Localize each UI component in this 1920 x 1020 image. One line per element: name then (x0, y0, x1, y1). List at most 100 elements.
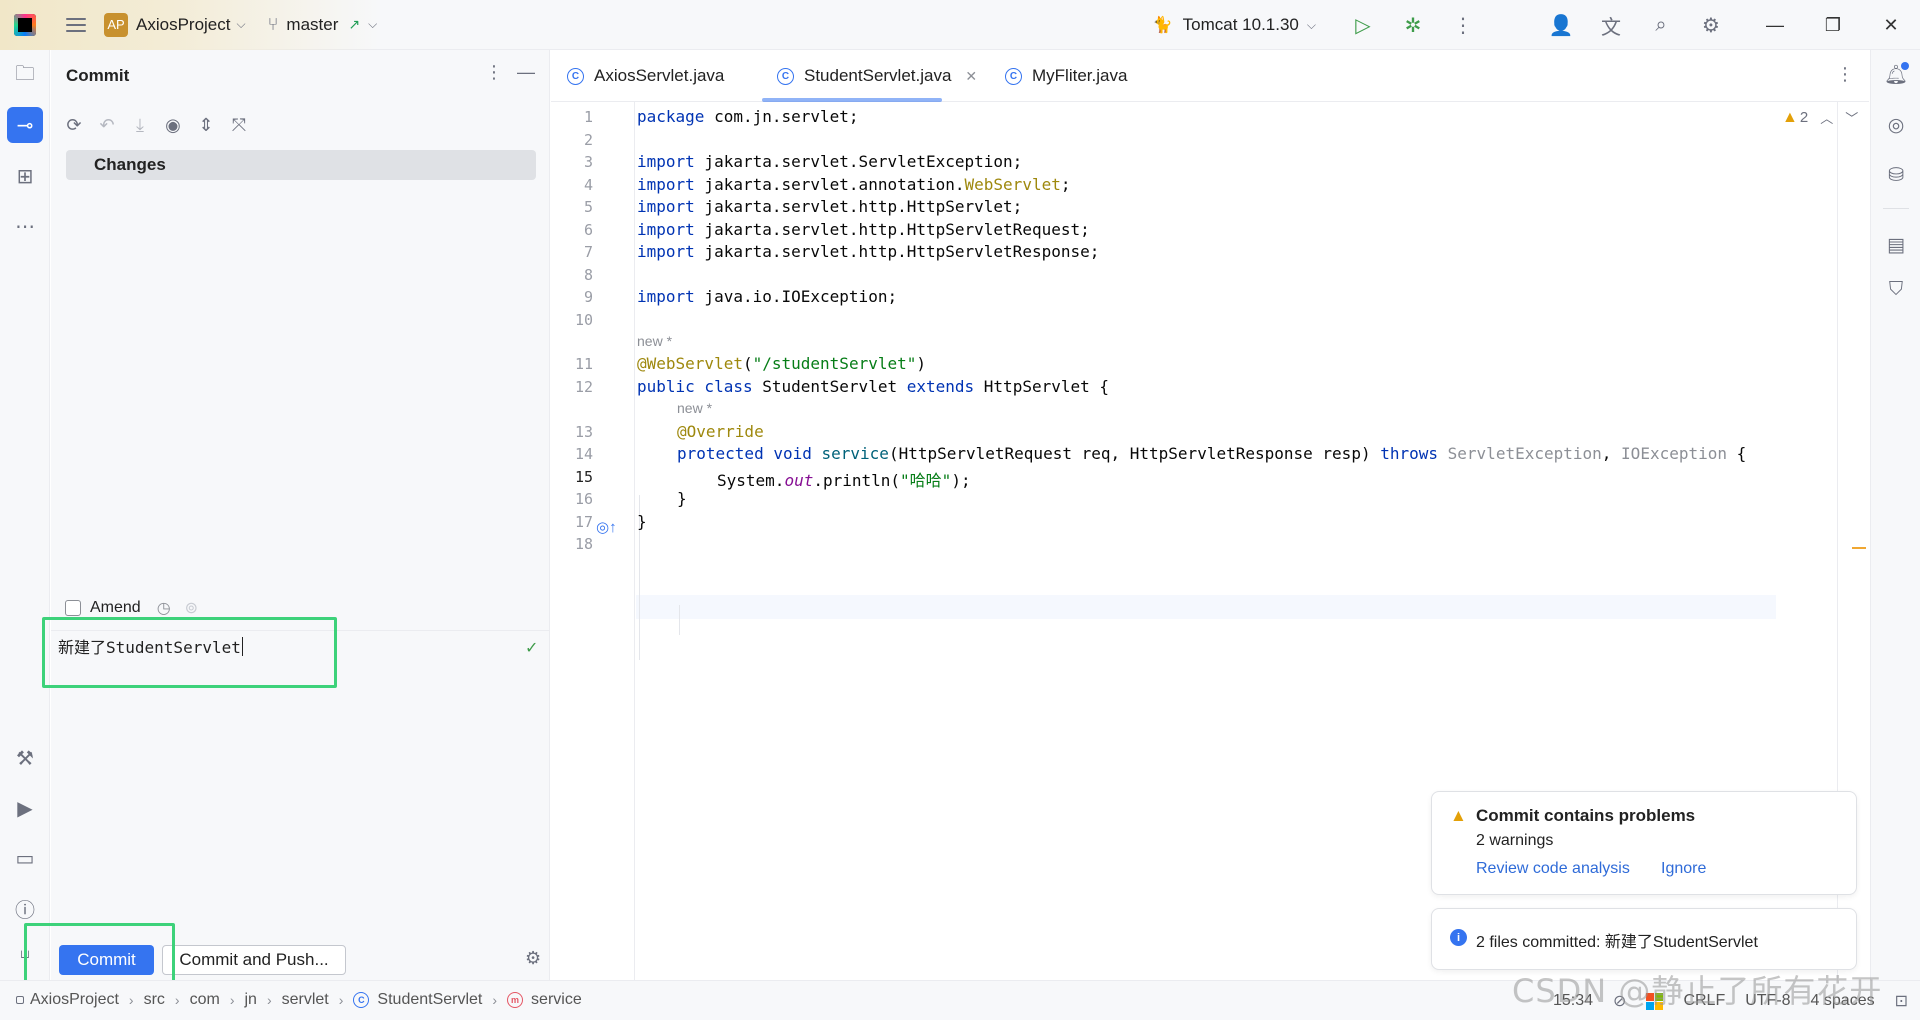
code-vision-hint[interactable]: new * (677, 400, 712, 416)
code-line[interactable]: import java.io.IOException; (637, 287, 897, 306)
scrollbar-warning-marker[interactable] (1852, 547, 1866, 549)
collapse-all-icon[interactable]: ⤧ (228, 115, 250, 136)
breadcrumb-item[interactable]: servlet (282, 991, 329, 1009)
code-line[interactable]: } (637, 512, 647, 531)
review-code-analysis-link[interactable]: Review code analysis (1476, 860, 1630, 878)
minimize-button[interactable]: — (1746, 0, 1804, 50)
project-name[interactable]: AxiosProject (136, 15, 230, 35)
chevron-down-icon[interactable]: ⌵ (236, 17, 245, 32)
run-configuration-selector[interactable]: 🐈 Tomcat 10.1.30 ⌵ (1153, 15, 1316, 35)
chevron-right-icon: › (492, 992, 498, 1008)
warning-icon: ▲ (1450, 806, 1467, 825)
code-line[interactable]: import jakarta.servlet.http.HttpServletR… (637, 220, 1090, 239)
breadcrumb-item[interactable]: StudentServlet (377, 991, 482, 1009)
history-clock-icon[interactable]: ◷ (157, 598, 171, 618)
more-tools-icon[interactable]: ⋯ (7, 208, 43, 244)
project-badge[interactable]: AP (104, 12, 128, 37)
update-icon[interactable]: ⤓ (129, 115, 151, 136)
changes-list-header[interactable]: Changes (66, 150, 536, 180)
project-folder-icon[interactable]: 🗀 (7, 58, 43, 94)
main-menu-icon[interactable] (66, 17, 86, 33)
chevron-right-icon: › (229, 992, 235, 1008)
intellij-logo-icon[interactable] (14, 13, 36, 36)
translate-icon[interactable]: 文 (1597, 11, 1625, 39)
code-line[interactable]: import jakarta.servlet.http.HttpServlet; (637, 197, 1022, 216)
expand-all-icon[interactable]: ⇕ (195, 115, 217, 136)
tab-student-servlet[interactable]: C StudentServlet.java ✕ (777, 66, 977, 86)
add-user-icon[interactable]: 👤 (1547, 11, 1575, 39)
refresh-icon[interactable]: ⟳ (63, 115, 85, 136)
translation-icon[interactable]: ▤ (1881, 230, 1911, 260)
code-line[interactable]: import jakarta.servlet.http.HttpServletR… (637, 242, 1099, 261)
commit-problems-notification: ▲ Commit contains problems 2 warnings Re… (1431, 791, 1857, 895)
tab-my-fliter[interactable]: C MyFliter.java (1005, 66, 1127, 86)
tab-axios-servlet[interactable]: C AxiosServlet.java (567, 66, 724, 86)
problems-icon[interactable]: ⓘ (7, 890, 43, 926)
tab-label: StudentServlet.java (804, 66, 952, 85)
restore-button[interactable]: ❐ (1804, 0, 1862, 50)
amend-checkbox[interactable] (65, 600, 81, 616)
java-class-icon: C (1005, 67, 1022, 85)
commit-tool-icon[interactable]: ⊸ (7, 107, 43, 143)
settings-icon[interactable]: ⚙ (1697, 11, 1725, 39)
previous-highlight-icon[interactable]: ︿ (1820, 108, 1833, 127)
rollback-icon[interactable]: ↶ (96, 115, 118, 136)
inspection-widget[interactable]: ▲ 2 ︿ ﹀ (1782, 108, 1858, 127)
more-vertical-icon[interactable]: ⋮ (1449, 11, 1477, 39)
code-line[interactable]: @WebServlet("/studentServlet") (637, 354, 926, 373)
code-line[interactable]: } (677, 489, 687, 508)
branch-name[interactable]: master (286, 15, 338, 35)
ignore-link[interactable]: Ignore (1661, 860, 1706, 878)
code-line[interactable]: @Override (677, 422, 764, 441)
breadcrumb-item[interactable]: src (144, 991, 165, 1009)
git-branch-icon[interactable]: ⑂ (268, 14, 279, 35)
amend-row: Amend ◷ ⊚ (65, 598, 212, 618)
breadcrumb-item[interactable]: service (531, 991, 582, 1009)
indent-guide (679, 605, 680, 635)
chevron-down-icon[interactable]: ⌵ (368, 17, 377, 32)
shield-icon[interactable]: ⛉ (1881, 275, 1911, 305)
line-number: 12 (574, 378, 593, 396)
breadcrumb-item[interactable]: com (190, 991, 220, 1009)
close-tab-icon[interactable]: ✕ (965, 68, 977, 85)
show-diff-eye-icon[interactable]: ◉ (162, 115, 184, 136)
checkmark-icon: ✓ (525, 640, 539, 657)
line-number: 11 (574, 355, 593, 373)
more-vertical-icon[interactable]: ⋮ (485, 62, 503, 83)
close-window-button[interactable]: ✕ (1862, 0, 1920, 50)
ai-assistant-icon[interactable]: ◎ (1881, 110, 1911, 140)
current-line-highlight (636, 595, 1776, 619)
commit-options-gear-icon[interactable]: ⚙ (525, 948, 541, 969)
lock-icon[interactable]: ⊡ (1895, 991, 1908, 1011)
breadcrumb-item[interactable]: AxiosProject (30, 991, 119, 1009)
line-number: 17 (574, 513, 593, 531)
amend-label[interactable]: Amend (90, 599, 141, 617)
method-icon: m (507, 992, 524, 1008)
debug-icon[interactable]: ✲ (1399, 11, 1427, 39)
search-icon[interactable]: ⌕ (1647, 11, 1675, 39)
breadcrumb-item[interactable]: jn (245, 991, 257, 1009)
minimize-panel-icon[interactable]: — (517, 62, 535, 83)
build-hammer-icon[interactable]: ⚒ (7, 740, 43, 776)
next-highlight-icon[interactable]: ﹀ (1845, 108, 1858, 127)
run-icon[interactable]: ▷ (1349, 11, 1377, 39)
chevron-right-icon: › (338, 992, 344, 1008)
structure-icon[interactable]: ⊞ (7, 158, 43, 194)
services-icon[interactable]: ▶ (7, 790, 43, 826)
more-vertical-icon[interactable]: ⋮ (1836, 64, 1854, 85)
code-line[interactable]: import jakarta.servlet.annotation.WebSer… (637, 175, 1070, 194)
code-line[interactable]: package com.jn.servlet; (637, 107, 859, 126)
code-vision-hint[interactable]: new * (637, 333, 672, 349)
code-line[interactable]: import jakarta.servlet.ServletException; (637, 152, 1022, 171)
run-config-label: Tomcat 10.1.30 (1182, 15, 1299, 34)
chevron-right-icon: › (174, 992, 180, 1008)
code-line[interactable]: public class StudentServlet extends Http… (637, 377, 1109, 396)
override-method-icon[interactable]: ◎↑ (596, 518, 617, 536)
code-line[interactable]: protected void service(HttpServletReques… (677, 444, 1746, 463)
terminal-icon[interactable]: ▭ (7, 840, 43, 876)
code-line-current[interactable]: System.out.println("哈哈"); (717, 467, 971, 491)
commit-and-push-button[interactable]: Commit and Push... (162, 945, 346, 975)
database-icon[interactable]: ⛁ (1881, 160, 1911, 190)
ai-assistant-icon[interactable]: ⊚ (185, 598, 198, 618)
watermark: CSDN @静止了所有花开 (1512, 972, 1883, 1010)
